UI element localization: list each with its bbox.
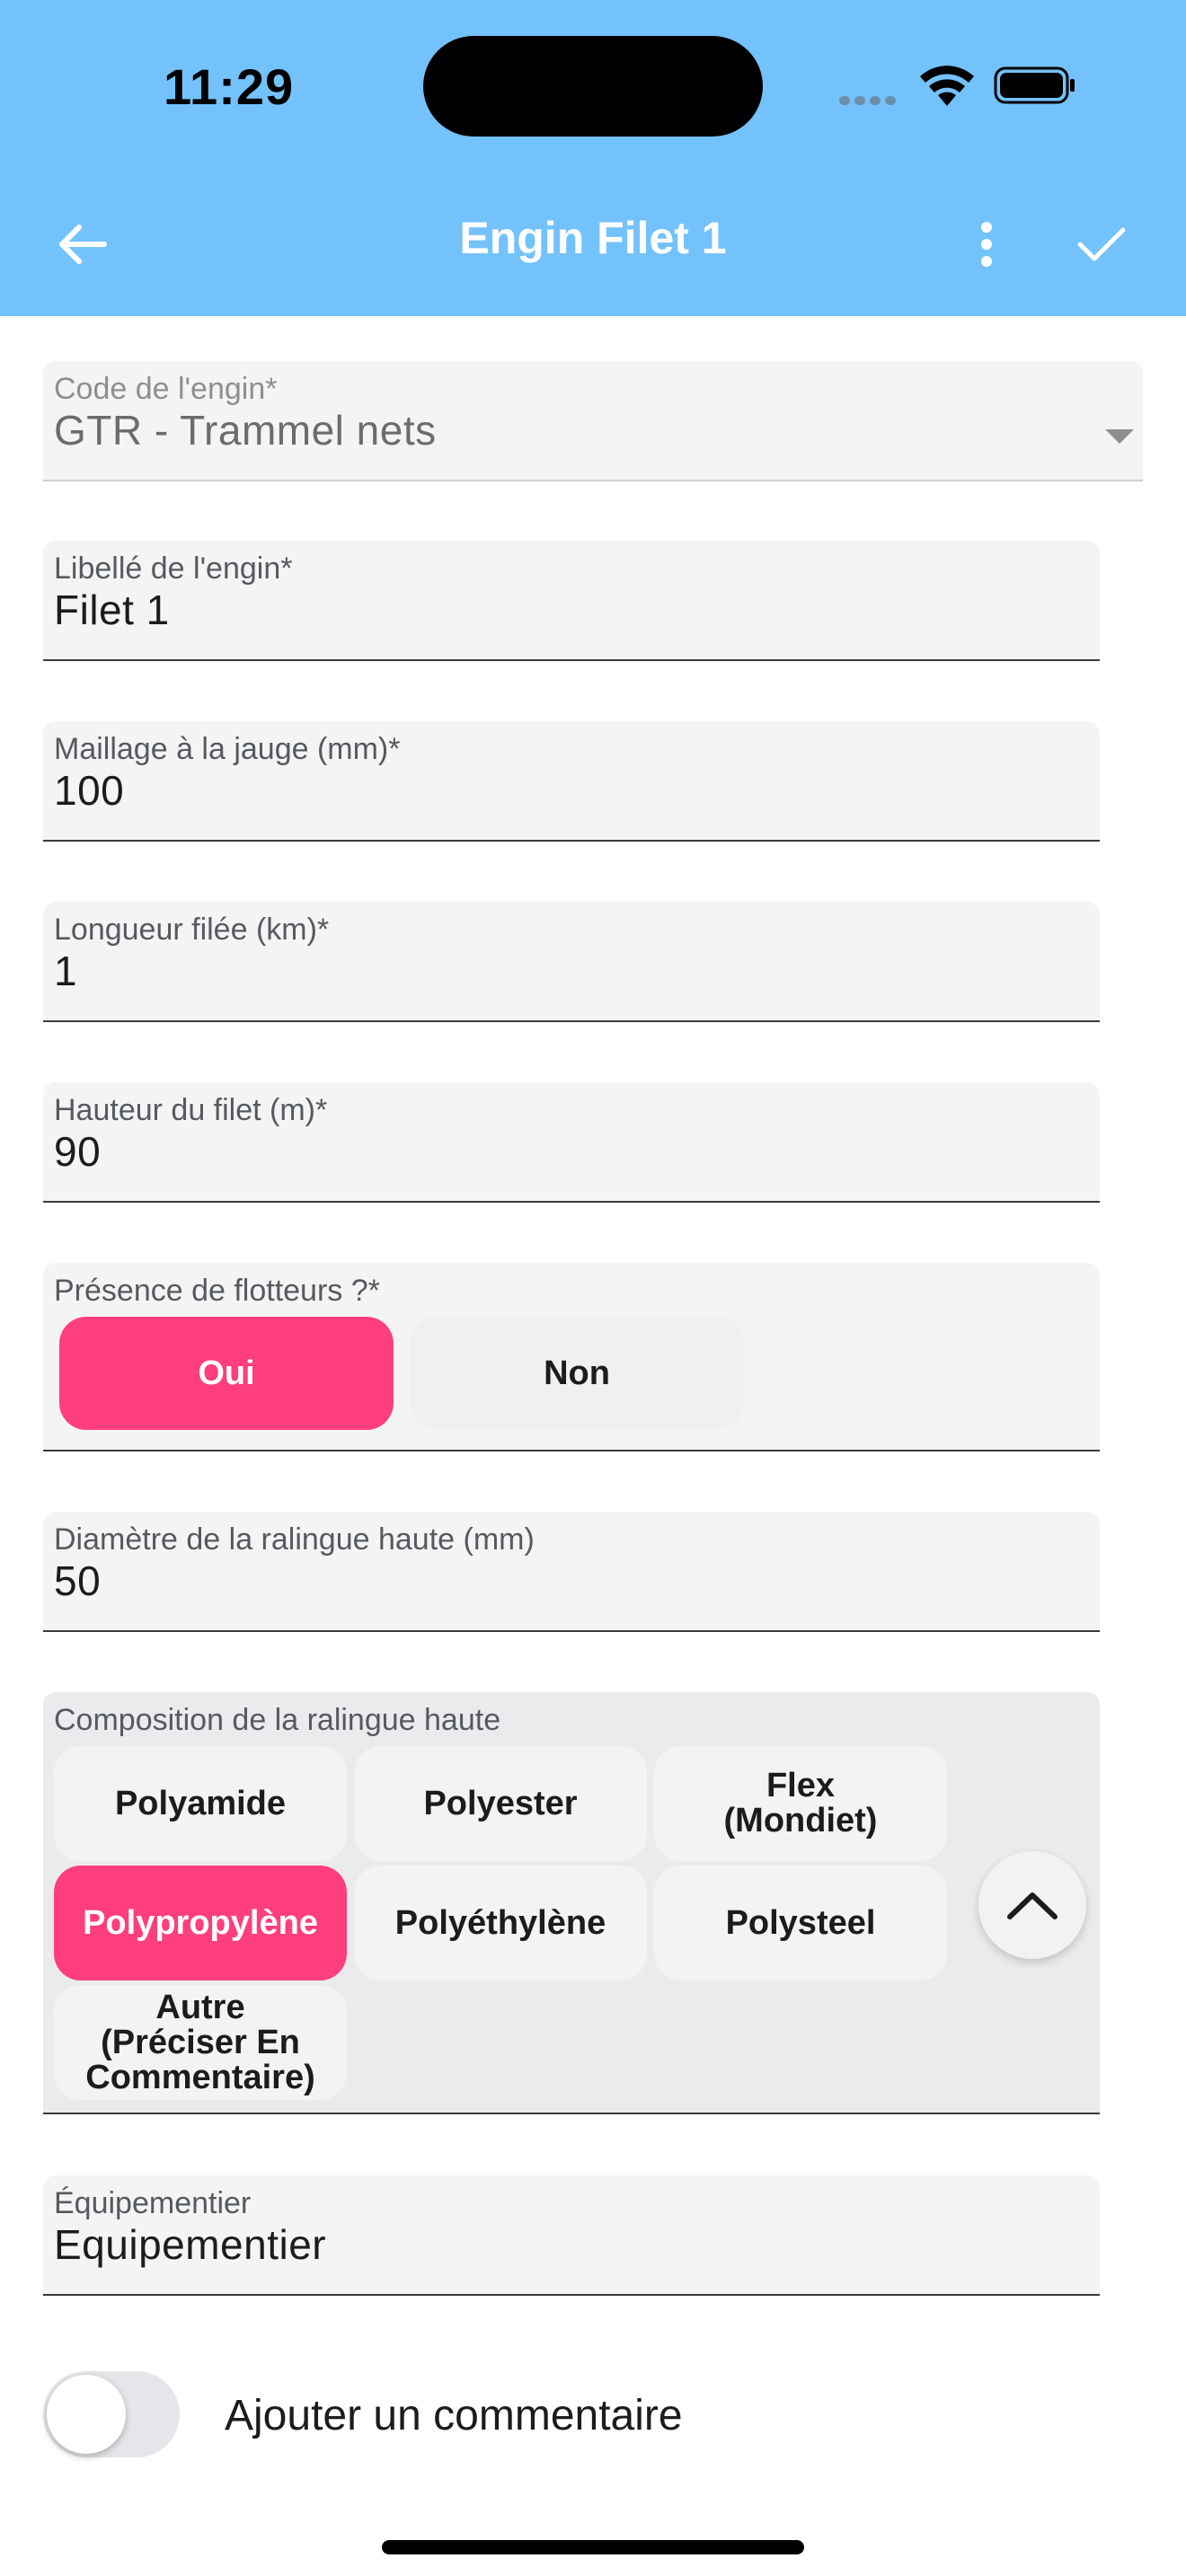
flotteurs-label: Présence de flotteurs ?*: [54, 1274, 380, 1308]
commentaire-toggle[interactable]: [43, 2371, 180, 2457]
hauteur-field[interactable]: Hauteur du filet (m)* 90: [43, 1082, 1100, 1203]
diametre-label: Diamètre de la ralingue haute (mm): [54, 1522, 535, 1557]
wifi-icon: [920, 66, 974, 106]
app-header: 11:29 Engin Filet 1: [0, 0, 1186, 316]
libelle-value: Filet 1: [54, 587, 170, 633]
equipementier-label: Équipementier: [54, 2186, 252, 2220]
toggle-knob: [47, 2375, 126, 2454]
home-indicator[interactable]: [382, 2540, 804, 2554]
code-engin-value: GTR - Trammel nets: [54, 407, 437, 454]
composition-option-polyethylene[interactable]: Polyéthylène: [354, 1866, 647, 1981]
more-options-button[interactable]: [951, 208, 1022, 280]
code-engin-select[interactable]: Code de l'engin* GTR - Trammel nets: [43, 361, 1143, 481]
libelle-label: Libellé de l'engin*: [54, 551, 293, 586]
libelle-field[interactable]: Libellé de l'engin* Filet 1: [43, 541, 1100, 661]
flotteurs-non-button[interactable]: Non: [410, 1317, 744, 1430]
scroll-to-top-button[interactable]: [978, 1851, 1086, 1959]
longueur-label: Longueur filée (km)*: [54, 913, 330, 947]
hauteur-value: 90: [54, 1128, 102, 1175]
composition-field: Composition de la ralingue haute Polyami…: [43, 1692, 1100, 2114]
longueur-field[interactable]: Longueur filée (km)* 1: [43, 902, 1100, 1022]
equipementier-field[interactable]: Équipementier Equipementier: [43, 2175, 1100, 2296]
more-vertical-icon: [981, 222, 992, 267]
cellular-signal-icon: [839, 93, 902, 105]
longueur-value: 1: [54, 948, 78, 994]
flotteurs-field: Présence de flotteurs ?* Oui Non: [43, 1263, 1100, 1451]
commentaire-toggle-label: Ajouter un commentaire: [225, 2392, 683, 2439]
battery-icon: [994, 66, 1075, 104]
composition-option-polysteel[interactable]: Polysteel: [654, 1866, 947, 1981]
diametre-field[interactable]: Diamètre de la ralingue haute (mm) 50: [43, 1512, 1100, 1632]
composition-label: Composition de la ralingue haute: [54, 1703, 501, 1737]
chevron-up-icon: [1007, 1892, 1058, 1919]
composition-option-polyamide[interactable]: Polyamide: [54, 1746, 347, 1861]
status-time: 11:29: [164, 58, 295, 115]
composition-option-polypropylene[interactable]: Polypropylène: [54, 1866, 347, 1981]
maillage-field[interactable]: Maillage à la jauge (mm)* 100: [43, 721, 1100, 842]
equipementier-value: Equipementier: [54, 2221, 327, 2268]
maillage-value: 100: [54, 767, 125, 814]
dynamic-island: [423, 36, 763, 137]
code-engin-label: Code de l'engin*: [54, 372, 278, 406]
composition-option-polyester[interactable]: Polyester: [354, 1746, 647, 1861]
maillage-label: Maillage à la jauge (mm)*: [54, 732, 401, 766]
flotteurs-oui-button[interactable]: Oui: [59, 1317, 394, 1430]
composition-option-autre[interactable]: Autre (Préciser En Commentaire): [54, 1985, 347, 2100]
check-icon: [1077, 227, 1126, 261]
confirm-button[interactable]: [1066, 208, 1137, 280]
hauteur-label: Hauteur du filet (m)*: [54, 1093, 328, 1127]
diametre-value: 50: [54, 1557, 102, 1604]
dropdown-arrow-icon: [1105, 429, 1134, 444]
composition-option-flex[interactable]: Flex (Mondiet): [654, 1746, 947, 1861]
